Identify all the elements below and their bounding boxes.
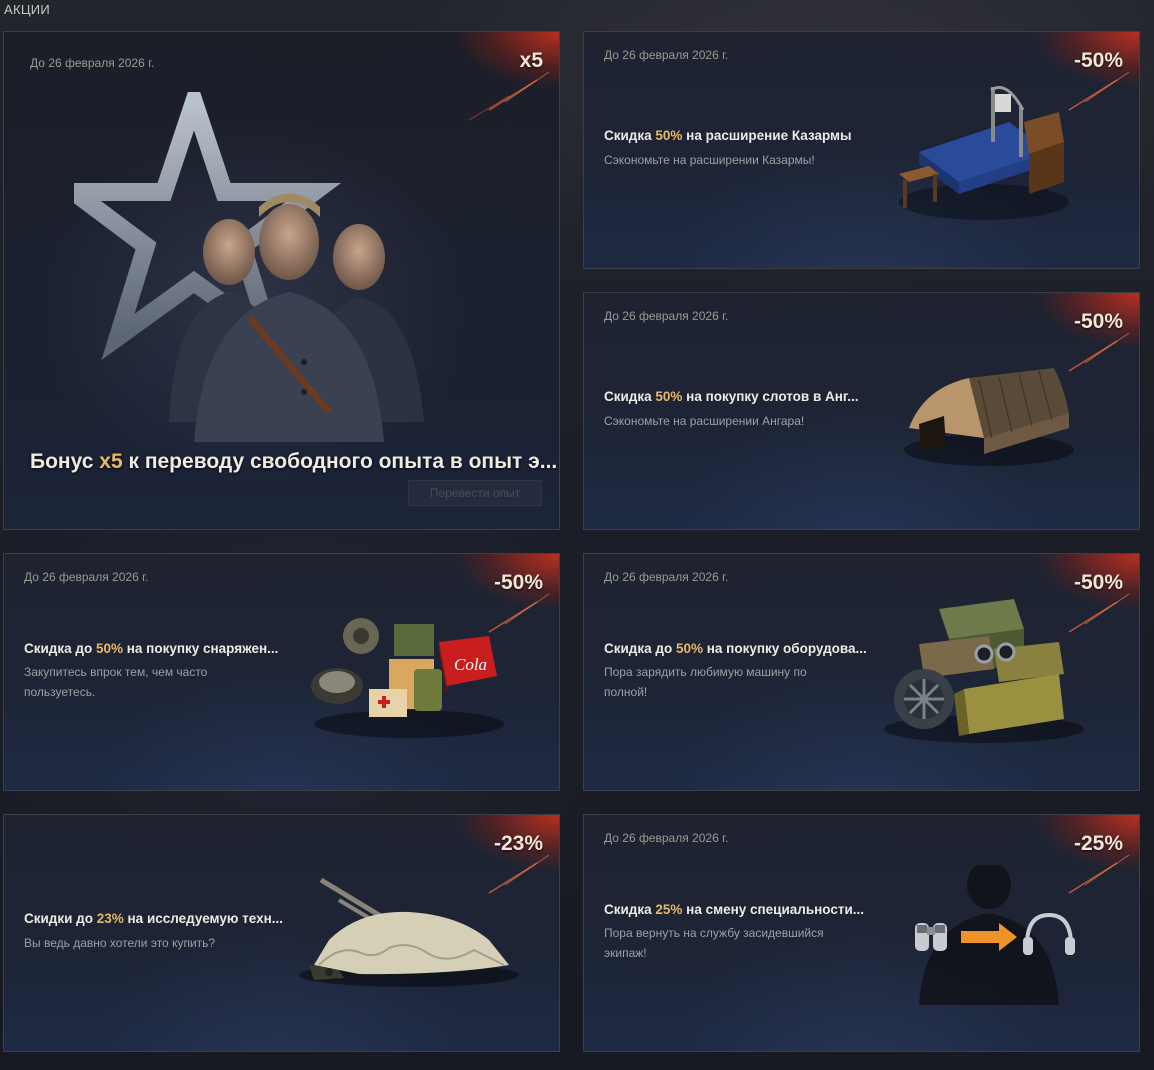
- promo-description: Вы ведь давно хотели это купить?: [24, 936, 216, 950]
- section-title: АКЦИИ: [4, 2, 51, 17]
- promo-description: Сэкономьте на расширении Ангара!: [604, 414, 805, 428]
- promo-title: Скидка 50% на покупку слотов в Анг...: [604, 389, 859, 404]
- promo-date: До 26 февраля 2026 г.: [604, 570, 729, 584]
- headphones-icon: [1023, 912, 1075, 955]
- promo-description: Пора зарядить любимую машину по полной!: [604, 665, 807, 699]
- crew-star-icon: [74, 92, 424, 442]
- promo-badge: -50%: [493, 571, 543, 594]
- promo-card-crew-retrain[interactable]: До 26 февраля 2026 г. -25% Скидка 25% на…: [583, 814, 1140, 1052]
- arrow-right-icon: [961, 923, 1017, 951]
- promo-card-equipment[interactable]: До 26 февраля 2026 г. -50% Скидка до 50%…: [583, 553, 1140, 791]
- promo-card-researched-vehicles[interactable]: -23% Скидки до 23% на исследуемую техн..…: [3, 814, 560, 1052]
- promo-card-hangar-slots[interactable]: До 26 февраля 2026 г. -50% Скидка 50% на…: [583, 292, 1140, 530]
- badge-glow-decoration: [1068, 332, 1130, 372]
- promo-title: Скидки до 23% на исследуемую техн...: [24, 911, 284, 926]
- promo-date: До 26 февраля 2026 г.: [24, 570, 149, 584]
- promo-badge: -25%: [1073, 832, 1123, 855]
- badge-glow-decoration: [468, 71, 550, 121]
- barracks-bed-icon: [899, 86, 1069, 220]
- hangar-icon: [904, 368, 1074, 466]
- promo-description: Сэкономьте на расширении Казармы!: [604, 153, 815, 167]
- binoculars-icon: [915, 923, 947, 951]
- promo-card-consumables[interactable]: До 26 февраля 2026 г. -50% Скидка до 50%…: [3, 553, 560, 791]
- promo-description: Закупитесь впрок тем, чем часто пользуете…: [24, 665, 208, 699]
- promo-title: Бонус x5 к переводу свободного опыта в о…: [30, 450, 558, 473]
- equipment-crates-icon: [884, 599, 1084, 743]
- promo-badge: x5: [519, 49, 543, 72]
- badge-glow-decoration: [1068, 71, 1130, 111]
- promo-card-free-xp[interactable]: До 26 февраля 2026 г. x5 Бонус x5 к пере…: [3, 31, 560, 530]
- promo-badge: -50%: [1073, 571, 1123, 594]
- promo-badge: -23%: [493, 832, 543, 855]
- promo-date: До 26 февраля 2026 г.: [604, 309, 729, 323]
- promo-date: До 26 февраля 2026 г.: [30, 56, 155, 70]
- badge-glow-decoration: [488, 854, 550, 894]
- consumables-icon: Cola: [311, 618, 504, 738]
- promo-card-barracks[interactable]: До 26 февраля 2026 г. -50% Скидка 50% на…: [583, 31, 1140, 269]
- promo-title: Скидка до 50% на покупку снаряжен...: [24, 641, 279, 656]
- badge-glow-decoration: [488, 593, 550, 633]
- promo-description: Пора вернуть на службу засидевшийся экипа…: [604, 926, 824, 960]
- badge-glow-decoration: [1068, 593, 1130, 633]
- promo-badge: -50%: [1073, 310, 1123, 333]
- promo-title: Скидка 50% на расширение Казармы: [604, 128, 852, 143]
- promo-date: До 26 февраля 2026 г.: [604, 48, 729, 62]
- transfer-xp-button[interactable]: Перевести опыт: [408, 480, 542, 506]
- promo-title: Скидка до 50% на покупку оборудова...: [604, 641, 867, 656]
- covered-tank-icon: [299, 877, 519, 987]
- promo-badge: -50%: [1073, 49, 1123, 72]
- promo-date: До 26 февраля 2026 г.: [604, 831, 729, 845]
- crew-retrain-icon: [915, 865, 1075, 1005]
- promo-title: Скидка 25% на смену специальности...: [604, 902, 865, 917]
- badge-glow-decoration: [1068, 854, 1130, 894]
- cola-label: Cola: [454, 655, 487, 674]
